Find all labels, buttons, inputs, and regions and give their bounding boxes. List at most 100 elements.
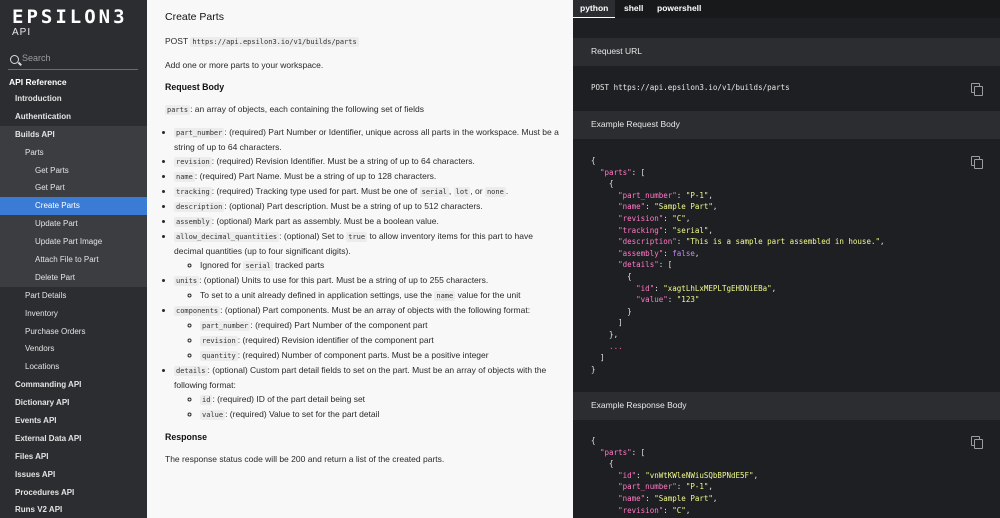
field-item: details: (optional) Custom part detail f… (174, 363, 560, 422)
sidebar-item-issues-api[interactable]: Issues API (0, 466, 147, 484)
field-item: allow_decimal_quantities: (optional) Set… (174, 229, 560, 273)
sidebar-item-parts[interactable]: Parts (0, 143, 147, 162)
search-input[interactable] (22, 53, 132, 63)
field-item: revision: (required) Revision Identifier… (174, 154, 560, 169)
search-box[interactable] (8, 53, 138, 70)
sub-text: value for the unit (455, 290, 521, 300)
sidebar-item-purchase-orders[interactable]: Purchase Orders (0, 323, 147, 341)
sidebar-item-files-api[interactable]: Files API (0, 448, 147, 466)
field-text: : (optional) Custom part detail fields t… (174, 365, 547, 390)
json-key: "part_number" (618, 482, 677, 492)
logo-subtitle: API (12, 27, 32, 38)
sidebar-item-part-details[interactable]: Part Details (0, 287, 147, 305)
tab-python[interactable]: python (573, 0, 616, 18)
sub-item: To set to a unit already defined in appl… (200, 288, 560, 303)
sidebar-item-introduction[interactable]: Introduction (0, 90, 147, 108)
copy-icon[interactable] (971, 156, 983, 169)
sub-item: Ignored for serial tracked parts (200, 258, 560, 273)
sub-code: value (200, 410, 226, 420)
field-item: units: (optional) Units to use for this … (174, 273, 560, 303)
json-value: "Sample Part" (654, 202, 713, 212)
sub-item: value: (required) Value to set for the p… (200, 407, 560, 422)
sidebar-item-delete-part[interactable]: Delete Part (0, 268, 147, 287)
sidebar-item-update-part[interactable]: Update Part (0, 215, 147, 234)
separator: , (448, 186, 454, 196)
sidebar-item-dictionary-api[interactable]: Dictionary API (0, 394, 147, 412)
tab-powershell[interactable]: powershell (650, 0, 708, 18)
field-code: components (174, 306, 221, 316)
sub-list: To set to a unit already defined in appl… (174, 288, 560, 303)
request-body-label: Example Request Body (591, 119, 680, 129)
json-value: "xagtLhLxMEPLTgEHDNiEBa" (663, 283, 772, 293)
logo[interactable]: EPSILON3 (12, 6, 128, 28)
field-item: description: (optional) Part description… (174, 199, 560, 214)
sidebar-item-events-api[interactable]: Events API (0, 412, 147, 430)
response-text: The response status code will be 200 and… (165, 454, 445, 464)
nav-heading[interactable]: API Reference (9, 77, 67, 87)
json-value: "vnWtKWleNWiuSQbBPNdE5F" (645, 470, 754, 480)
language-tabs: python shell powershell (573, 0, 1000, 18)
request-body-code: { "parts": [ { "part_number": "P-1", "na… (591, 156, 885, 374)
sidebar-item-authentication[interactable]: Authentication (0, 108, 147, 126)
option-code: lot (453, 187, 471, 197)
sidebar-item-get-parts[interactable]: Get Parts (0, 161, 147, 180)
json-value: "C" (672, 505, 686, 515)
sub-text: tracked parts (272, 260, 325, 270)
json-key: "details" (618, 260, 659, 270)
json-value: "serial" (672, 225, 709, 235)
field-item: part_number: (required) Part Number or I… (174, 125, 560, 154)
sidebar-item-attach-file-to-part[interactable]: Attach File to Part (0, 251, 147, 269)
json-key: "assembly" (618, 248, 664, 258)
json-key: "id" (636, 283, 655, 293)
field-item: components: (optional) Part components. … (174, 303, 560, 363)
request-body-header: Example Request Body (573, 111, 1000, 139)
page-title: Create Parts (165, 11, 224, 23)
copy-icon[interactable] (971, 436, 983, 449)
field-code: details (174, 366, 208, 376)
response-heading: Response (165, 432, 208, 442)
copy-icon[interactable] (971, 83, 983, 96)
field-list: part_number : (required) Part Number or I… (165, 125, 560, 422)
sub-list: id: (required) ID of the part detail bei… (174, 392, 560, 422)
field-code: description (174, 202, 225, 212)
sub-code: revision (200, 336, 238, 346)
sub-item: quantity: (required) Number of component… (200, 348, 560, 363)
field-text: : (required) Part Number or Identifier, … (174, 127, 559, 152)
request-url: POST https://api.epsilon3.io/v1/builds/p… (591, 83, 790, 92)
http-method: POST (165, 36, 188, 46)
field-text: : (optional) Part components. Must be an… (220, 305, 531, 315)
endpoint-line: POST https://api.epsilon3.io/v1/builds/p… (165, 34, 560, 49)
sidebar-item-locations[interactable]: Locations (0, 358, 147, 376)
response-body-label: Example Response Body (591, 400, 687, 410)
parts-desc-text: : an array of objects, each containing t… (190, 104, 424, 114)
sidebar-item-runs-v2-api[interactable]: Runs V2 API (0, 501, 147, 518)
sidebar-item-procedures-api[interactable]: Procedures API (0, 484, 147, 502)
json-key: "revision" (618, 505, 664, 515)
json-value: "Sample Part" (654, 493, 713, 503)
sidebar-item-create-parts[interactable]: Create Parts (0, 197, 147, 216)
sidebar-item-commanding-api[interactable]: Commanding API (0, 376, 147, 394)
sidebar-item-vendors[interactable]: Vendors (0, 340, 147, 358)
sidebar-item-get-part[interactable]: Get Part (0, 179, 147, 198)
json-key: "name" (618, 493, 646, 503)
sub-text: To set to a unit already defined in appl… (200, 290, 435, 300)
sidebar-item-external-data-api[interactable]: External Data API (0, 430, 147, 448)
separator: . (505, 186, 509, 196)
sidebar-item-inventory[interactable]: Inventory (0, 305, 147, 323)
sidebar: EPSILON3 API API Reference IntroductionA… (0, 0, 147, 518)
sidebar-item-update-part-image[interactable]: Update Part Image (0, 233, 147, 252)
endpoint-url: https://api.epsilon3.io/v1/builds/parts (190, 37, 359, 47)
tab-shell[interactable]: shell (617, 0, 650, 18)
field-code: assembly (174, 217, 212, 227)
field-text: : (required) Tracking type used for part… (211, 186, 420, 196)
sub-code: part_number (200, 321, 251, 331)
json-key: "id" (618, 470, 637, 480)
response-body-code: { "parts": [ { "id": "vnWtKWleNWiuSQbBPN… (591, 436, 759, 515)
json-value: "This is a sample part assembled in hous… (685, 237, 880, 247)
sub-code: quantity (200, 351, 238, 361)
sub-text: : (required) ID of the part detail being… (212, 394, 366, 404)
json-key: "parts" (600, 167, 632, 177)
sidebar-item-builds-api[interactable]: Builds API (0, 125, 147, 144)
field-code: units (174, 276, 200, 286)
parts-code: parts (165, 105, 191, 115)
